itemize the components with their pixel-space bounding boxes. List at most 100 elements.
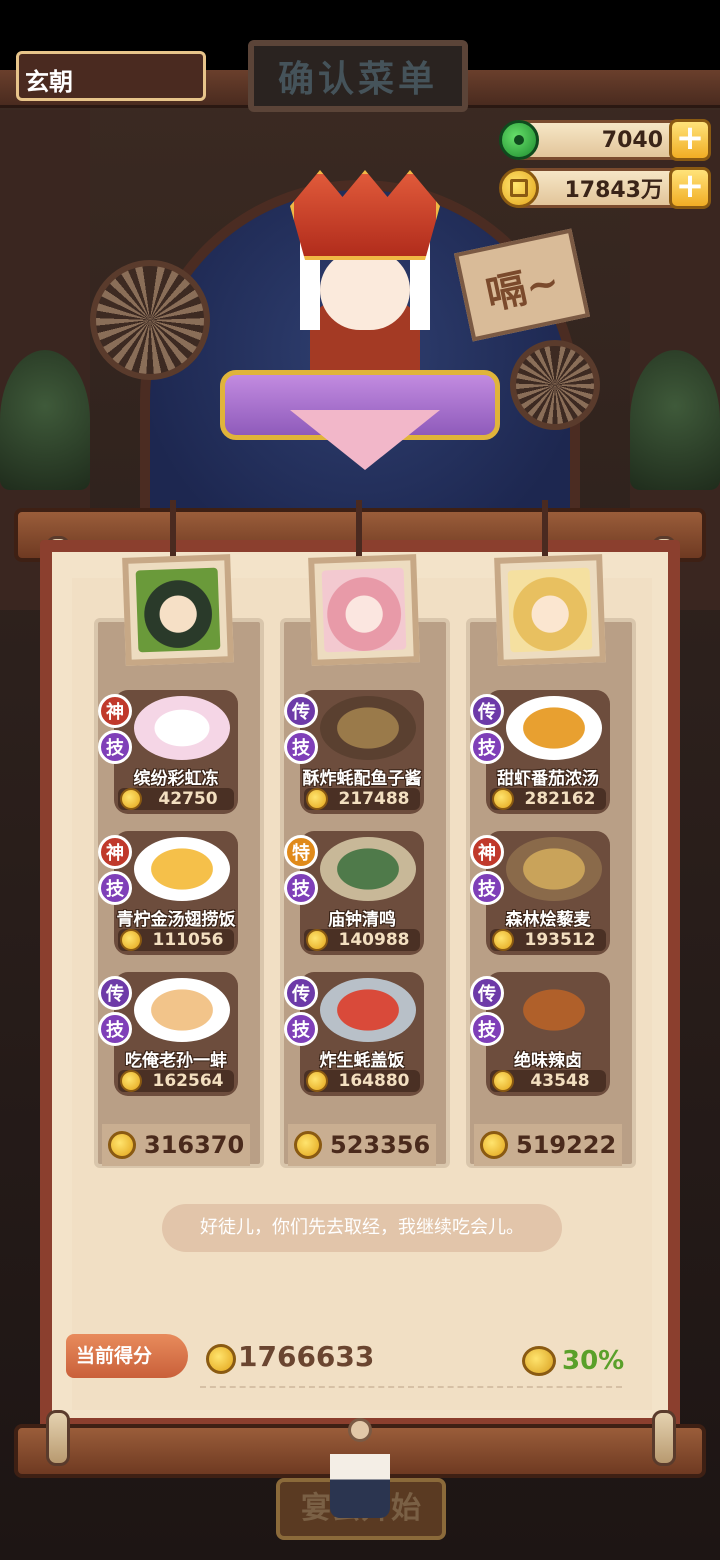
signboard-title: 确认菜单 <box>277 58 438 100</box>
divider <box>200 1386 622 1388</box>
dish-name: 甜虾番茄浓汤 <box>497 769 599 789</box>
dish-image <box>134 696 230 760</box>
dish-name: 酥炸蚝配鱼子酱 <box>302 769 422 789</box>
monk-message: 好徒儿，你们先去取经，我继续吃会儿。 <box>162 1204 562 1252</box>
skill-badge: 技 <box>470 1012 504 1046</box>
skill-badge: 技 <box>284 730 318 764</box>
disciple-portrait-2[interactable] <box>308 554 420 666</box>
pink-girl-avatar <box>321 567 407 653</box>
skill-badge: 技 <box>470 730 504 764</box>
jade-icon <box>499 120 539 160</box>
coin-icon <box>492 788 514 810</box>
right-plant <box>630 350 720 490</box>
skill-badge: 技 <box>98 871 132 905</box>
coin-icon <box>120 1070 142 1092</box>
current-score-label: 当前得分 <box>66 1334 188 1378</box>
monk-hat <box>290 170 440 260</box>
coin-icon <box>306 788 328 810</box>
dish-card[interactable]: 青柠金汤翅捞饭 111056 <box>114 831 238 955</box>
coin-icon <box>294 1131 322 1159</box>
coin-icon <box>120 929 142 951</box>
dish-score: 193512 <box>490 929 606 951</box>
dish-image <box>506 837 602 901</box>
column-total-3: 519222 <box>474 1124 622 1166</box>
dish-name: 青柠金汤翅捞饭 <box>116 910 236 930</box>
skill-badge: 技 <box>470 871 504 905</box>
rank-badge: 特 <box>284 835 318 869</box>
dish-card[interactable]: 绝味辣卤 43548 <box>486 972 610 1096</box>
column-total-1: 316370 <box>102 1124 250 1166</box>
right-fan-icon <box>510 340 600 430</box>
rank-badge: 传 <box>470 976 504 1010</box>
coin-icon <box>206 1344 236 1374</box>
dish-card[interactable]: 庙钟清鸣 140988 <box>300 831 424 955</box>
disciple-portrait-1[interactable] <box>122 554 234 666</box>
dish-card[interactable]: 吃俺老孙一蚌 162564 <box>114 972 238 1096</box>
dish-card[interactable]: 炸生蚝盖饭 164880 <box>300 972 424 1096</box>
dish-score: 282162 <box>490 788 606 810</box>
dish-name: 森林烩藜麦 <box>505 910 591 930</box>
add-coin-button[interactable]: + <box>669 167 711 209</box>
dish-card[interactable]: 酥炸蚝配鱼子酱 217488 <box>300 690 424 814</box>
dish-image <box>134 837 230 901</box>
rank-badge: 传 <box>284 976 318 1010</box>
rank-badge: 神 <box>470 835 504 869</box>
skill-badge: 技 <box>284 1012 318 1046</box>
column-total-2: 523356 <box>288 1124 436 1166</box>
dish-card[interactable]: 甜虾番茄浓汤 282162 <box>486 690 610 814</box>
dish-image <box>134 978 230 1042</box>
rank-badge: 传 <box>470 694 504 728</box>
player-name-box[interactable]: 玄朝 <box>16 51 206 101</box>
player-name: 玄朝 <box>25 68 73 96</box>
monk-face <box>320 250 410 330</box>
skill-badge: 技 <box>284 871 318 905</box>
dish-image <box>320 978 416 1042</box>
current-score-value: 1766633 <box>238 1340 375 1373</box>
coin-amount: 17843万 <box>564 178 663 203</box>
coin-icon <box>306 929 328 951</box>
dish-image <box>320 837 416 901</box>
green-demon-avatar <box>135 567 221 653</box>
dish-image <box>506 978 602 1042</box>
dish-score: 164880 <box>304 1070 420 1092</box>
left-plant <box>0 350 90 490</box>
bonus-percent: 30% <box>562 1346 625 1376</box>
burp-text: 嗝~ <box>481 257 564 320</box>
coin-icon <box>120 788 142 810</box>
dish-score: 111056 <box>118 929 234 951</box>
add-jade-button[interactable]: + <box>669 119 711 161</box>
rank-badge: 传 <box>98 976 132 1010</box>
dish-image <box>506 696 602 760</box>
dish-score: 42750 <box>118 788 234 810</box>
coin-icon <box>480 1131 508 1159</box>
skill-badge: 技 <box>98 1012 132 1046</box>
dish-name: 绝味辣卤 <box>514 1051 582 1071</box>
dish-name: 缤纷彩虹冻 <box>133 769 219 789</box>
rank-badge: 神 <box>98 694 132 728</box>
confirm-menu-signboard: 确认菜单 <box>248 40 468 112</box>
bonus-pot-icon <box>522 1346 556 1376</box>
rank-badge: 传 <box>284 694 318 728</box>
tassel-ornament <box>330 1418 390 1518</box>
skill-badge: 技 <box>98 730 132 764</box>
disciple-portrait-3[interactable] <box>494 554 606 666</box>
dish-name: 吃俺老孙一蚌 <box>125 1051 227 1071</box>
dish-card[interactable]: 缤纷彩虹冻 42750 <box>114 690 238 814</box>
jade-amount: 7040 <box>601 127 663 153</box>
dish-score: 140988 <box>304 929 420 951</box>
dish-name: 庙钟清鸣 <box>328 910 396 930</box>
dish-name: 炸生蚝盖饭 <box>319 1051 405 1071</box>
coin-icon <box>492 1070 514 1092</box>
rank-badge: 神 <box>98 835 132 869</box>
jade-currency: 7040 + <box>499 119 711 161</box>
dish-score: 43548 <box>490 1070 606 1092</box>
dish-image <box>320 696 416 760</box>
dish-score: 217488 <box>304 788 420 810</box>
coin-icon <box>108 1131 136 1159</box>
dish-card[interactable]: 森林烩藜麦 193512 <box>486 831 610 955</box>
coin-icon <box>306 1070 328 1092</box>
dish-score: 162564 <box>118 1070 234 1092</box>
golden-armor-avatar <box>507 567 593 653</box>
coin-icon <box>492 929 514 951</box>
left-fan-icon <box>90 260 210 380</box>
